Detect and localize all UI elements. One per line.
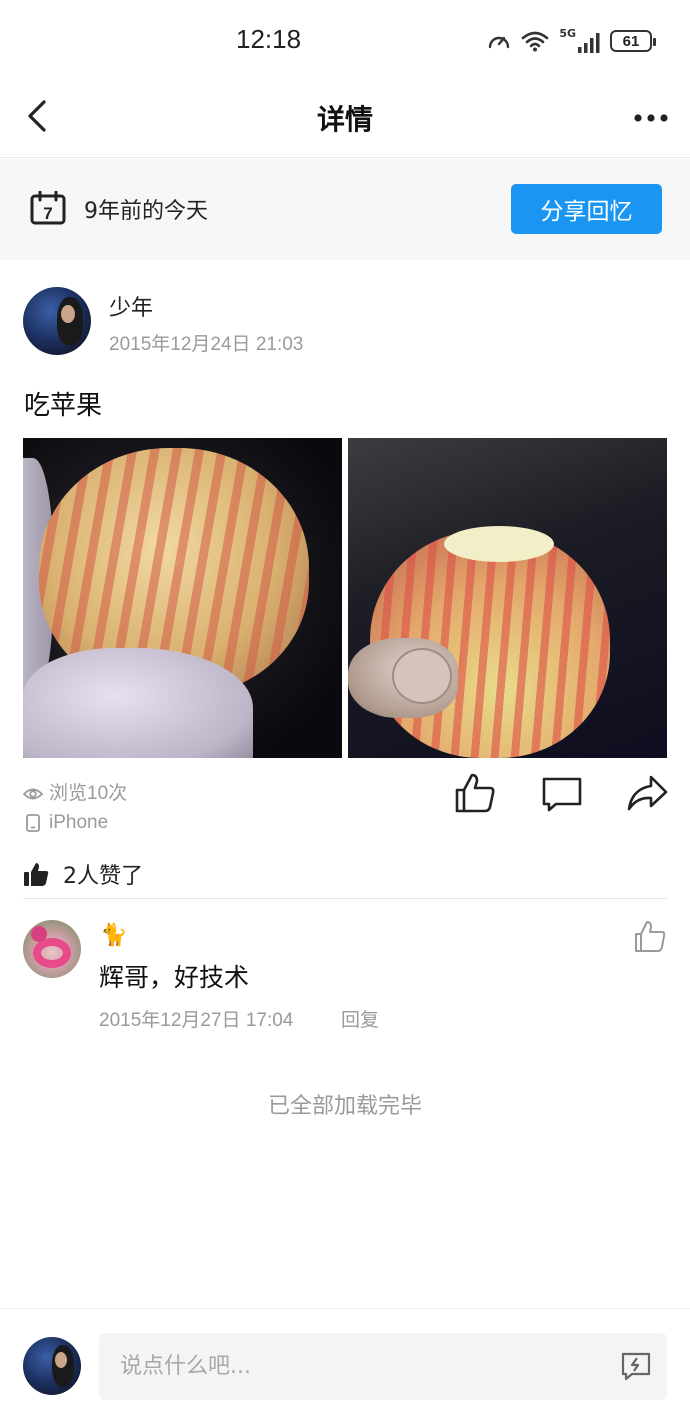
device-info: iPhone xyxy=(23,811,108,835)
memory-text: 9年前的今天 xyxy=(84,199,208,224)
likes-count: 2人赞了 xyxy=(63,864,143,889)
likes-summary[interactable]: 2人赞了 xyxy=(23,858,143,890)
commenter-name[interactable]: 🐈 xyxy=(100,924,127,948)
view-count-text: 浏览10次 xyxy=(49,783,128,804)
network-type-label: 5G xyxy=(559,27,576,40)
share-memory-button[interactable]: 分享回忆 xyxy=(511,184,662,234)
page-title: 详情 xyxy=(316,103,373,136)
calendar-day: 7 xyxy=(43,204,52,223)
eye-icon xyxy=(23,788,43,800)
post-date: 2015年12月24日 21:03 xyxy=(109,334,304,355)
divider xyxy=(23,898,667,899)
list-end-text: 已全部加载完毕 xyxy=(267,1094,422,1119)
status-bar: 12:18 5G 61 xyxy=(0,0,690,76)
thumbs-up-icon[interactable] xyxy=(453,772,497,814)
signal-bars-icon xyxy=(578,33,600,53)
thumbs-up-filled-icon xyxy=(24,863,49,886)
post-photo[interactable] xyxy=(23,438,342,758)
comment-composer xyxy=(0,1308,690,1423)
emoji-icon[interactable] xyxy=(620,1351,652,1381)
cellular-signal: 5G xyxy=(559,27,600,53)
author-avatar[interactable] xyxy=(23,287,91,355)
post-text: 吃苹果 xyxy=(24,391,103,421)
status-icons: 5G 61 xyxy=(487,26,656,56)
comment-date: 2015年12月27日 17:04 xyxy=(99,1010,294,1031)
calendar-icon: 7 xyxy=(30,191,66,225)
comment-input[interactable] xyxy=(99,1333,667,1400)
wifi-icon xyxy=(522,31,549,52)
comment-text: 辉哥，好技术 xyxy=(99,963,250,992)
reply-button[interactable]: 回复 xyxy=(341,1005,379,1032)
commenter-avatar[interactable] xyxy=(23,920,81,978)
more-dots-icon[interactable] xyxy=(632,100,672,136)
memory-banner: 7 9年前的今天 分享回忆 xyxy=(0,159,690,260)
device-name: iPhone xyxy=(49,812,109,833)
status-time: 12:18 xyxy=(236,24,302,54)
post-photo[interactable] xyxy=(348,438,667,758)
nav-bar: 详情 xyxy=(0,76,690,158)
view-count: 浏览10次 xyxy=(23,782,127,806)
battery-indicator: 61 xyxy=(610,30,656,52)
phone-icon xyxy=(26,814,40,832)
my-avatar xyxy=(23,1337,81,1395)
speed-icon xyxy=(489,36,510,49)
share-arrow-icon[interactable] xyxy=(625,772,669,814)
author-name[interactable]: 少年 xyxy=(109,290,153,322)
comment-icon[interactable] xyxy=(540,772,584,814)
comment-like-icon[interactable] xyxy=(633,920,667,954)
